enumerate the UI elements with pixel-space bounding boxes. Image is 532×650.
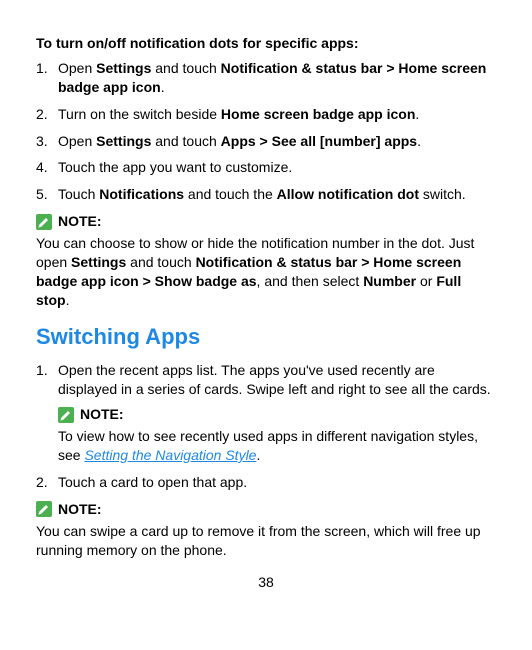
- text: and touch the: [184, 186, 277, 202]
- text: Open the recent apps list. The apps you'…: [58, 362, 491, 397]
- ordered-list-2: 1. Open the recent apps list. The apps y…: [36, 361, 496, 491]
- text-bold: Number: [363, 273, 416, 289]
- note-label: NOTE:: [58, 500, 102, 519]
- note-header: NOTE:: [36, 500, 496, 519]
- section-title: Switching Apps: [36, 322, 496, 352]
- link-setting-navigation-style[interactable]: Setting the Navigation Style: [84, 447, 256, 463]
- list-number: 4.: [36, 158, 48, 177]
- list-item: 5. Touch Notifications and touch the All…: [36, 185, 496, 204]
- list-item: 1. Open Settings and touch Notification …: [36, 59, 496, 97]
- text: switch.: [419, 186, 466, 202]
- text: and touch: [151, 60, 220, 76]
- text-bold: Home screen badge app icon: [221, 106, 416, 122]
- text: .: [417, 133, 421, 149]
- text: .: [66, 292, 70, 308]
- text-bold: Apps > See all [number] apps: [221, 133, 417, 149]
- list-number: 3.: [36, 132, 48, 151]
- text: .: [415, 106, 419, 122]
- page-number: 38: [36, 573, 496, 592]
- text: and touch: [151, 133, 220, 149]
- list-number: 2.: [36, 473, 48, 492]
- text: and touch: [126, 254, 195, 270]
- text: , and then select: [257, 273, 364, 289]
- note-body: You can choose to show or hide the notif…: [36, 234, 496, 310]
- list-number: 2.: [36, 105, 48, 124]
- text: Touch a card to open that app.: [58, 474, 247, 490]
- text: Touch: [58, 186, 99, 202]
- text: or: [416, 273, 436, 289]
- ordered-list-1: 1. Open Settings and touch Notification …: [36, 59, 496, 204]
- list-number: 1.: [36, 361, 48, 380]
- text: .: [256, 447, 260, 463]
- pencil-icon: [36, 501, 52, 517]
- list-item: 1. Open the recent apps list. The apps y…: [36, 361, 496, 464]
- note-body: To view how to see recently used apps in…: [58, 427, 496, 465]
- text-bold: Settings: [71, 254, 126, 270]
- pencil-icon: [36, 214, 52, 230]
- note-header: NOTE:: [58, 405, 496, 424]
- text-bold: Notifications: [99, 186, 184, 202]
- note-body: You can swipe a card up to remove it fro…: [36, 522, 496, 560]
- section-heading: To turn on/off notification dots for spe…: [36, 34, 496, 53]
- text: Touch the app you want to customize.: [58, 159, 292, 175]
- text: .: [161, 79, 165, 95]
- text-bold: Settings: [96, 60, 151, 76]
- pencil-icon: [58, 407, 74, 423]
- note-header: NOTE:: [36, 212, 496, 231]
- text: Open: [58, 133, 96, 149]
- text: Open: [58, 60, 96, 76]
- text-bold: Allow notification dot: [277, 186, 419, 202]
- list-item: 2. Turn on the switch beside Home screen…: [36, 105, 496, 124]
- list-item: 4. Touch the app you want to customize.: [36, 158, 496, 177]
- note-label: NOTE:: [80, 405, 124, 424]
- text: Turn on the switch beside: [58, 106, 221, 122]
- text-bold: Settings: [96, 133, 151, 149]
- list-number: 1.: [36, 59, 48, 78]
- list-number: 5.: [36, 185, 48, 204]
- list-item: 2. Touch a card to open that app.: [36, 473, 496, 492]
- note-label: NOTE:: [58, 212, 102, 231]
- list-item: 3. Open Settings and touch Apps > See al…: [36, 132, 496, 151]
